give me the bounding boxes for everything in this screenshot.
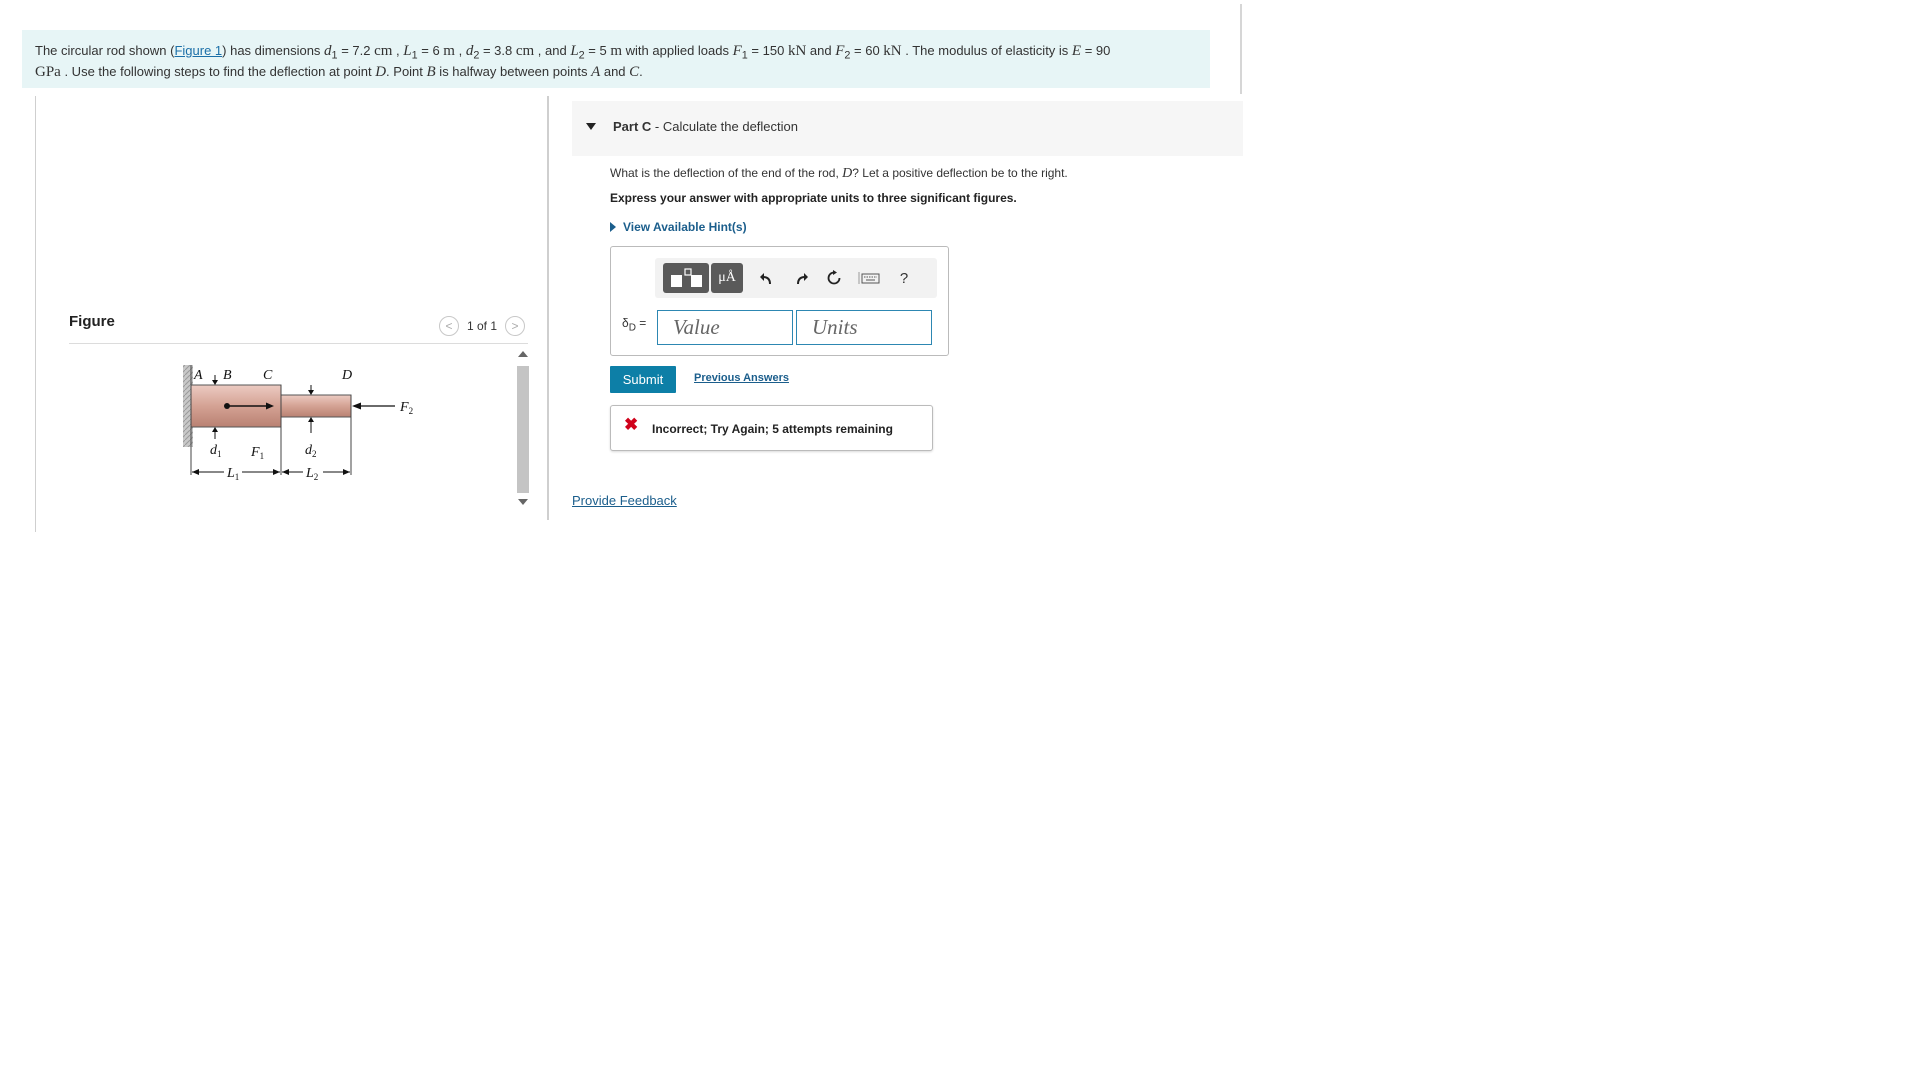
prev-figure-button[interactable]: < — [439, 316, 459, 336]
figure-scrollbar[interactable] — [514, 346, 532, 511]
label-D: D — [341, 368, 352, 383]
reset-icon — [827, 270, 841, 285]
caret-right-icon — [610, 222, 616, 232]
view-hints-link[interactable]: View Available Hint(s) — [610, 220, 747, 234]
help-icon: ? — [899, 269, 909, 287]
divider — [1240, 4, 1242, 94]
scroll-up-icon[interactable] — [518, 351, 528, 357]
figure-link[interactable]: Figure 1 — [174, 43, 222, 58]
submit-button[interactable]: Submit — [610, 366, 676, 393]
figure-heading: Figure — [69, 313, 115, 330]
templates-icon — [671, 268, 702, 287]
label-d2: d2 — [305, 443, 317, 459]
previous-answers-link[interactable]: Previous Answers — [694, 372, 789, 384]
answer-variable-label: δD = — [622, 316, 647, 334]
figure-page-count: 1 of 1 — [467, 319, 498, 333]
answer-instruction: Express your answer with appropriate uni… — [610, 191, 1017, 205]
scroll-down-icon[interactable] — [518, 499, 528, 505]
units-button[interactable]: μÅ — [711, 263, 743, 293]
value-input[interactable]: Value — [657, 310, 793, 345]
part-c-header[interactable]: Part C - Calculate the deflection — [572, 101, 1243, 156]
reset-button[interactable] — [821, 263, 847, 293]
chevron-left-icon: < — [445, 319, 453, 333]
rod-segment-2 — [280, 394, 352, 418]
problem-statement: The circular rod shown (Figure 1) has di… — [22, 30, 1210, 88]
provide-feedback-link[interactable]: Provide Feedback — [572, 493, 677, 508]
chevron-right-icon: > — [511, 319, 519, 333]
math-toolbar: μÅ ? — [655, 258, 937, 298]
scrollbar-thumb[interactable] — [517, 366, 529, 493]
templates-button[interactable] — [663, 263, 709, 293]
question-text: What is the deflection of the end of the… — [610, 166, 1068, 181]
error-x-icon: ✖ — [624, 415, 639, 434]
answer-box: μÅ ? δD = Value Units — [610, 246, 949, 356]
undo-button[interactable] — [753, 263, 779, 293]
figure-divider — [69, 343, 528, 344]
feedback-message: ✖ Incorrect; Try Again; 5 attempts remai… — [610, 405, 933, 451]
units-input[interactable]: Units — [796, 310, 932, 345]
panel-divider — [547, 96, 549, 520]
label-A: A — [193, 368, 203, 383]
next-figure-button[interactable]: > — [505, 316, 526, 336]
figure-pager: < 1 of 1 > — [439, 315, 526, 337]
label-d1: d1 — [210, 443, 222, 459]
label-F2: F2 — [399, 400, 413, 416]
help-button[interactable]: ? — [889, 263, 919, 293]
redo-button[interactable] — [789, 263, 815, 293]
label-C: C — [263, 368, 273, 383]
label-F1: F1 — [250, 445, 264, 461]
caret-down-icon[interactable] — [586, 123, 596, 130]
keyboard-icon — [858, 272, 880, 284]
keyboard-button[interactable] — [853, 263, 885, 293]
figure-panel-border — [35, 96, 36, 532]
rod-diagram: A B C D F1 F2 d1 d2 L1 L2 — [183, 365, 413, 482]
undo-icon — [760, 273, 771, 285]
redo-icon — [797, 273, 808, 285]
feedback-text: Incorrect; Try Again; 5 attempts remaini… — [652, 422, 893, 436]
part-title: Part C - Calculate the deflection — [613, 119, 799, 134]
label-B: B — [223, 368, 232, 383]
